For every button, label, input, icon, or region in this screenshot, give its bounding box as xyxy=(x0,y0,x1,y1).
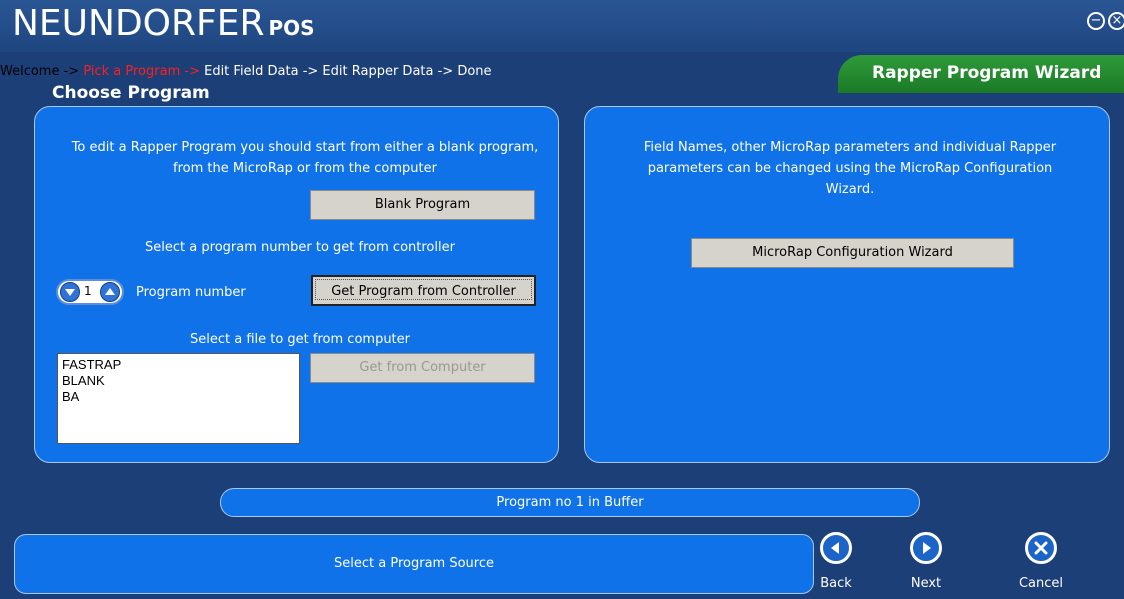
back-arrow-icon xyxy=(820,532,852,564)
buffer-status: Program no 1 in Buffer xyxy=(220,488,920,517)
breadcrumb: Welcome -> Pick a Program -> Edit Field … xyxy=(0,64,492,79)
page-title: Choose Program xyxy=(52,83,210,103)
configuration-info-text: Field Names, other MicroRap parameters a… xyxy=(643,140,1057,197)
decrement-arrow-icon[interactable] xyxy=(60,282,80,302)
get-program-from-controller-label: Get Program from Controller xyxy=(315,279,532,300)
breadcrumb-current: Pick a Program -> xyxy=(79,64,200,79)
next-arrow-icon xyxy=(910,532,942,564)
cancel-x-icon xyxy=(1025,532,1057,564)
cancel-label: Cancel xyxy=(1018,576,1064,591)
cancel-button[interactable]: Cancel xyxy=(1011,532,1071,591)
increment-arrow-icon[interactable] xyxy=(100,282,120,302)
close-window-icon[interactable]: × xyxy=(1108,12,1124,30)
title-bar: NEUNDORFER POS − × xyxy=(0,0,1124,52)
back-button[interactable]: Back xyxy=(806,532,866,591)
get-program-from-controller-button[interactable]: Get Program from Controller xyxy=(311,275,536,306)
file-list-item[interactable]: FASTRAP xyxy=(62,357,295,373)
file-list[interactable]: FASTRAP BLANK BA xyxy=(57,353,300,444)
breadcrumb-remaining: Edit Field Data -> Edit Rapper Data -> D… xyxy=(199,64,492,79)
instruction-message: Select a Program Source xyxy=(14,534,814,594)
program-number-label: Program number xyxy=(136,285,246,300)
get-from-computer-button[interactable]: Get from Computer xyxy=(310,353,535,383)
intro-text: To edit a Rapper Program you should star… xyxy=(71,140,539,176)
microrap-configuration-wizard-button[interactable]: MicroRap Configuration Wizard xyxy=(691,238,1014,268)
controller-prompt: Select a program number to get from cont… xyxy=(145,240,455,255)
file-list-item[interactable]: BA xyxy=(62,389,295,405)
next-button[interactable]: Next xyxy=(896,532,956,591)
breadcrumb-done: Welcome -> xyxy=(0,64,80,79)
blank-program-button[interactable]: Blank Program xyxy=(310,190,535,220)
app-logo: NEUNDORFER POS xyxy=(12,4,315,48)
minimize-icon[interactable]: − xyxy=(1087,12,1105,30)
file-list-item[interactable]: BLANK xyxy=(62,373,295,389)
program-number-stepper[interactable]: 1 xyxy=(56,279,124,305)
brand-suffix: POS xyxy=(268,16,315,40)
program-number-value: 1 xyxy=(84,284,92,298)
wizard-title: Rapper Program Wizard xyxy=(838,55,1124,93)
brand-name: NEUNDORFER xyxy=(12,3,265,44)
next-label: Next xyxy=(910,576,942,591)
file-prompt: Select a file to get from computer xyxy=(189,332,410,347)
back-label: Back xyxy=(820,576,852,591)
